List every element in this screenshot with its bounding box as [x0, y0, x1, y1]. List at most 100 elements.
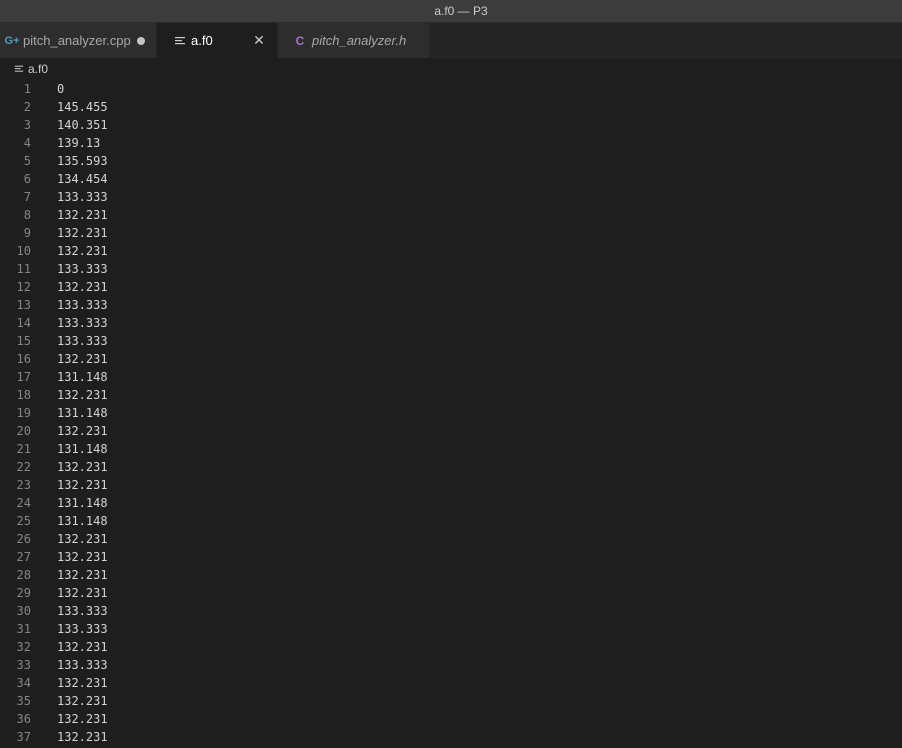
line-text[interactable]: 139.13	[57, 134, 100, 152]
line-text[interactable]: 140.351	[57, 116, 108, 134]
line-text[interactable]: 133.333	[57, 602, 108, 620]
line-text[interactable]: 132.231	[57, 728, 108, 746]
code-line[interactable]: 23 132.231	[0, 476, 902, 494]
line-text[interactable]: 133.333	[57, 656, 108, 674]
code-line[interactable]: 33 133.333	[0, 656, 902, 674]
line-text[interactable]: 133.333	[57, 260, 108, 278]
line-text[interactable]: 132.231	[57, 638, 108, 656]
code-line[interactable]: 3 140.351	[0, 116, 902, 134]
line-text[interactable]: 132.231	[57, 242, 108, 260]
line-text[interactable]: 133.333	[57, 188, 108, 206]
line-text[interactable]: 135.593	[57, 152, 108, 170]
code-line[interactable]: 12 132.231	[0, 278, 902, 296]
line-text[interactable]: 132.231	[57, 584, 108, 602]
line-text[interactable]: 132.231	[57, 278, 108, 296]
line-text[interactable]: 133.333	[57, 296, 108, 314]
line-text[interactable]: 132.231	[57, 674, 108, 692]
line-text[interactable]: 132.231	[57, 710, 108, 728]
code-line[interactable]: 10 132.231	[0, 242, 902, 260]
close-icon[interactable]: ✕	[252, 33, 266, 47]
code-line[interactable]: 8 132.231	[0, 206, 902, 224]
line-text[interactable]: 131.148	[57, 512, 108, 530]
line-number: 17	[16, 370, 31, 384]
code-line[interactable]: 18 132.231	[0, 386, 902, 404]
line-text[interactable]: 132.231	[57, 692, 108, 710]
line-text[interactable]: 0	[57, 80, 64, 98]
tab-label: a.f0	[191, 33, 213, 48]
line-text[interactable]: 131.148	[57, 440, 108, 458]
code-editor[interactable]: 1 0 2 145.455 3 140.351 4 139.13 5 135.593 6 134.45…	[0, 80, 902, 748]
breadcrumb-file[interactable]: a.f0	[28, 62, 48, 76]
line-number: 22	[16, 460, 31, 474]
code-line[interactable]: 26 132.231	[0, 530, 902, 548]
line-text[interactable]: 133.333	[57, 332, 108, 350]
code-line[interactable]: 31 133.333	[0, 620, 902, 638]
code-line[interactable]: 35 132.231	[0, 692, 902, 710]
code-line[interactable]: 29 132.231	[0, 584, 902, 602]
tab-a-f0[interactable]: a.f0 ✕	[157, 23, 278, 58]
code-line[interactable]: 10	[0, 80, 902, 98]
line-text[interactable]: 145.455	[57, 98, 108, 116]
code-line[interactable]: 21 131.148	[0, 440, 902, 458]
line-text[interactable]: 133.333	[57, 314, 108, 332]
unsaved-dot-icon[interactable]	[137, 37, 145, 45]
line-text[interactable]: 132.231	[57, 458, 108, 476]
code-line[interactable]: 15 133.333	[0, 332, 902, 350]
line-text[interactable]: 132.231	[57, 548, 108, 566]
code-line[interactable]: 28 132.231	[0, 566, 902, 584]
code-line[interactable]: 20 132.231	[0, 422, 902, 440]
line-text[interactable]: 132.231	[57, 530, 108, 548]
code-line[interactable]: 16 132.231	[0, 350, 902, 368]
line-number: 32	[16, 640, 31, 654]
code-line[interactable]: 27 132.231	[0, 548, 902, 566]
code-line[interactable]: 19 131.148	[0, 404, 902, 422]
line-text[interactable]: 132.231	[57, 224, 108, 242]
line-text[interactable]: 131.148	[57, 494, 108, 512]
line-text[interactable]: 133.333	[57, 620, 108, 638]
tab-label: pitch_analyzer.cpp	[23, 33, 131, 48]
code-line[interactable]: 37 132.231	[0, 728, 902, 746]
line-text[interactable]: 132.231	[57, 206, 108, 224]
line-number: 4	[23, 136, 31, 150]
code-line[interactable]: 4 139.13	[0, 134, 902, 152]
line-text[interactable]: 131.148	[57, 368, 108, 386]
line-number: 11	[16, 262, 31, 276]
code-line[interactable]: 5 135.593	[0, 152, 902, 170]
line-number: 18	[16, 388, 31, 402]
line-number: 9	[23, 226, 31, 240]
line-number: 25	[16, 514, 31, 528]
line-text[interactable]: 132.231	[57, 476, 108, 494]
code-line[interactable]: 24 131.148	[0, 494, 902, 512]
code-line[interactable]: 34 132.231	[0, 674, 902, 692]
line-text[interactable]: 132.231	[57, 422, 108, 440]
breadcrumb[interactable]: a.f0	[0, 58, 902, 80]
code-line[interactable]: 36 132.231	[0, 710, 902, 728]
line-text[interactable]: 132.231	[57, 566, 108, 584]
code-line[interactable]: 25 131.148	[0, 512, 902, 530]
line-number: 28	[16, 568, 31, 582]
line-number: 6	[23, 172, 31, 186]
line-text[interactable]: 134.454	[57, 170, 108, 188]
code-line[interactable]: 9 132.231	[0, 224, 902, 242]
line-text[interactable]: 132.231	[57, 386, 108, 404]
code-line[interactable]: 7 133.333	[0, 188, 902, 206]
line-text[interactable]: 132.231	[57, 350, 108, 368]
tab-label: pitch_analyzer.h	[312, 33, 407, 48]
line-number: 1	[23, 82, 31, 96]
code-line[interactable]: 6 134.454	[0, 170, 902, 188]
code-line[interactable]: 22 132.231	[0, 458, 902, 476]
line-number: 2	[23, 100, 31, 114]
tab-pitch-analyzer-h[interactable]: C pitch_analyzer.h	[278, 23, 430, 58]
code-line[interactable]: 11 133.333	[0, 260, 902, 278]
code-line[interactable]: 2 145.455	[0, 98, 902, 116]
code-line[interactable]: 32 132.231	[0, 638, 902, 656]
line-number: 26	[16, 532, 31, 546]
line-number: 7	[23, 190, 31, 204]
code-line[interactable]: 14 133.333	[0, 314, 902, 332]
tab-pitch-analyzer-cpp[interactable]: G+ pitch_analyzer.cpp	[0, 23, 157, 58]
code-line[interactable]: 17 131.148	[0, 368, 902, 386]
line-text[interactable]: 131.148	[57, 404, 108, 422]
code-line[interactable]: 30 133.333	[0, 602, 902, 620]
code-line[interactable]: 13 133.333	[0, 296, 902, 314]
text-file-icon	[14, 65, 24, 72]
